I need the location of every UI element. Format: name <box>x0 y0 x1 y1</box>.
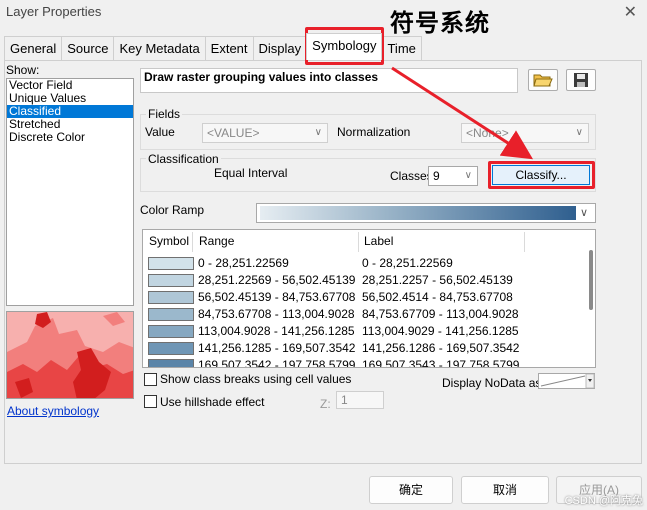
tab-symbology[interactable]: Symbology <box>306 33 383 60</box>
annotation-arrow-icon <box>391 66 534 160</box>
